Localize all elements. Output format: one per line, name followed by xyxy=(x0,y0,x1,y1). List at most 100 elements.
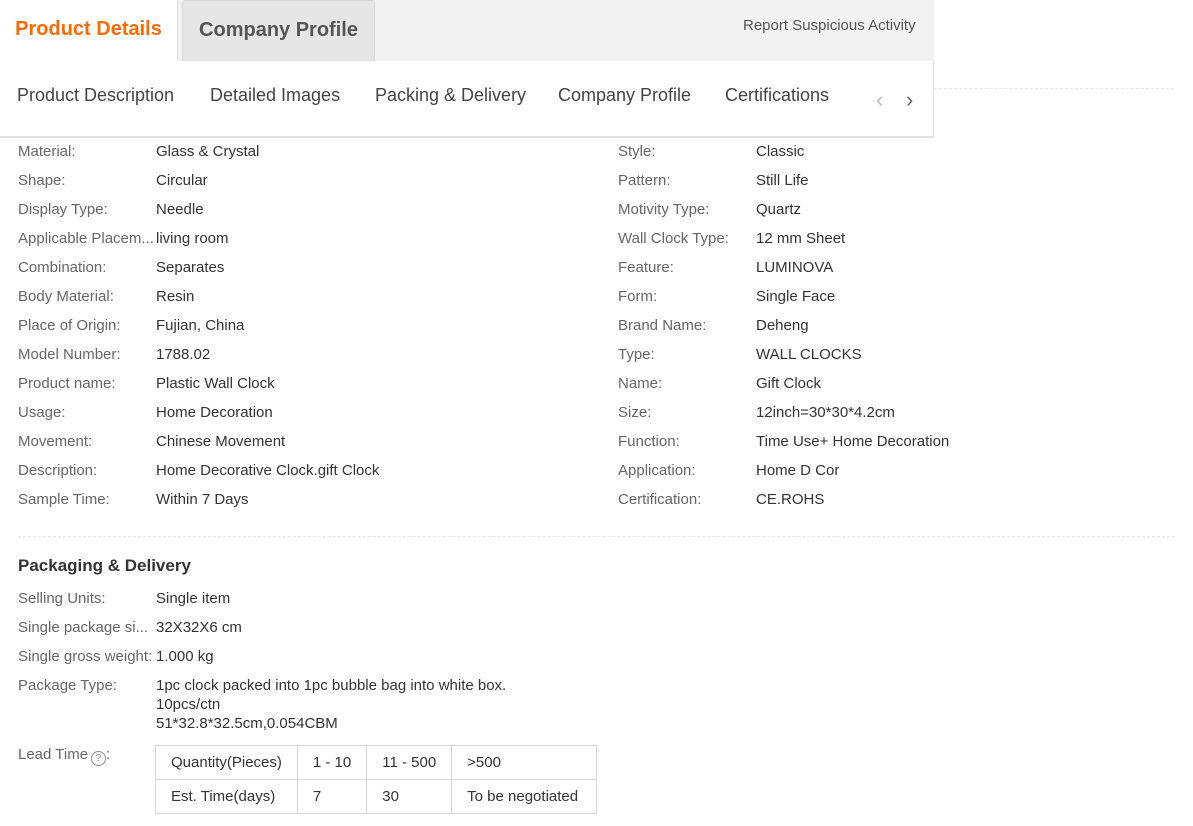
lead-time-colon: : xyxy=(106,746,111,763)
attr-label: Lead Time?: xyxy=(18,745,156,766)
attr-value: Circular xyxy=(156,172,208,189)
table-row: Quantity(Pieces) 1 - 10 11 - 500 >500 xyxy=(155,745,598,780)
attribute-row: Size: 12inch=30*30*4.2cm xyxy=(618,403,1068,423)
attribute-row: Function: Time Use+ Home Decoration xyxy=(618,432,1068,452)
attr-label: Form: xyxy=(618,288,658,305)
attr-value: Deheng xyxy=(756,317,809,334)
attribute-row: Single package si... 32X32X6 cm xyxy=(18,618,468,638)
attribute-row: Product name: Plastic Wall Clock xyxy=(18,374,468,394)
attr-value: Single item xyxy=(156,590,231,607)
attr-label: Brand Name: xyxy=(618,317,707,334)
subnav-product-description[interactable]: Product Description xyxy=(17,85,174,106)
attr-label: Certification: xyxy=(618,491,702,508)
top-tab-bar: Product Details Company Profile Report S… xyxy=(0,0,934,61)
attr-label: Function: xyxy=(618,433,680,450)
attribute-row: Movement: Chinese Movement xyxy=(18,432,468,452)
table-cell: 7 xyxy=(296,779,368,814)
attr-value: Glass & Crystal xyxy=(156,143,260,160)
attribute-row: Place of Origin: Fujian, China xyxy=(18,316,468,336)
packaging-title: Packaging & Delivery xyxy=(18,556,191,575)
attr-value: Chinese Movement xyxy=(156,433,286,450)
attr-value: living room xyxy=(156,230,229,247)
attr-label: Name: xyxy=(618,375,663,392)
attr-label: Type: xyxy=(618,346,655,363)
attr-value: Gift Clock xyxy=(756,375,822,392)
question-circle-icon[interactable]: ? xyxy=(91,751,107,766)
attribute-row: Form: Single Face xyxy=(618,287,1068,307)
attribute-row: Style: Classic xyxy=(618,142,1068,162)
attr-label: Pattern: xyxy=(618,172,671,189)
attribute-row: Motivity Type: Quartz xyxy=(618,200,1068,220)
table-cell: To be negotiated xyxy=(451,779,598,814)
lead-time-table: Quantity(Pieces) 1 - 10 11 - 500 >500 Es… xyxy=(155,745,598,814)
lead-time-label: Lead Time xyxy=(18,746,89,763)
attr-value: Classic xyxy=(756,143,805,160)
attr-value: Home D Cor xyxy=(756,462,840,479)
chevron-left-icon[interactable]: ‹ xyxy=(876,87,883,113)
attribute-row: Feature: LUMINOVA xyxy=(618,258,1068,278)
attr-label: Shape: xyxy=(18,172,66,189)
report-suspicious-activity-link[interactable]: Report Suspicious Activity xyxy=(743,17,916,34)
table-cell: Quantity(Pieces) xyxy=(155,745,298,780)
attr-value: Needle xyxy=(156,201,204,218)
attribute-row: Description: Home Decorative Clock.gift C… xyxy=(18,461,468,481)
attr-value: Resin xyxy=(156,288,195,305)
attr-label: Style: xyxy=(618,143,656,160)
attr-value: Time Use+ Home Decoration xyxy=(756,433,950,450)
attr-value: Separates xyxy=(156,259,225,276)
attr-label: Single gross weight: xyxy=(18,648,153,665)
attr-label: Movement: xyxy=(18,433,93,450)
section-nav: Product Description Detailed Images Pack… xyxy=(0,61,934,138)
package-type-line: 51*32.8*32.5cm,0.054CBM xyxy=(156,715,338,732)
attr-label: Motivity Type: xyxy=(618,201,710,218)
attr-value: Home Decoration xyxy=(156,404,273,421)
attr-label: Wall Clock Type: xyxy=(618,230,729,247)
attribute-row: Application: Home D Cor xyxy=(618,461,1068,481)
tab-product-details[interactable]: Product Details xyxy=(0,0,178,61)
attr-value: Plastic Wall Clock xyxy=(156,375,275,392)
subnav-packing-delivery[interactable]: Packing & Delivery xyxy=(375,85,526,106)
attr-value: 32X32X6 cm xyxy=(156,619,242,636)
attribute-row: Material: Glass & Crystal xyxy=(18,142,468,162)
table-cell: 1 - 10 xyxy=(296,745,368,780)
attribute-row: Usage: Home Decoration xyxy=(18,403,468,423)
attr-value: Fujian, China xyxy=(156,317,245,334)
divider xyxy=(934,88,1174,89)
attr-label: Product name: xyxy=(18,375,116,392)
attr-value: CE.ROHS xyxy=(756,491,825,508)
attr-label: Usage: xyxy=(18,404,66,421)
attr-label: Selling Units: xyxy=(18,590,106,607)
package-type-line: 10pcs/ctn xyxy=(156,696,221,713)
subnav-detailed-images[interactable]: Detailed Images xyxy=(210,85,340,106)
attr-value: 12 mm Sheet xyxy=(756,230,846,247)
attr-value: 1788.02 xyxy=(156,346,211,363)
attr-label: Combination: xyxy=(18,259,107,276)
attr-value: 12inch=30*30*4.2cm xyxy=(756,404,895,421)
package-type-line: 1pc clock packed into 1pc bubble bag int… xyxy=(156,677,507,694)
section-divider xyxy=(18,536,1175,537)
attribute-row: Display Type: Needle xyxy=(18,200,468,220)
attribute-row: Applicable Placem... living room xyxy=(18,229,468,249)
attr-label: Material: xyxy=(18,143,76,160)
attr-label: Place of Origin: xyxy=(18,317,121,334)
subnav-certifications[interactable]: Certifications xyxy=(725,85,829,106)
chevron-right-icon[interactable]: › xyxy=(906,87,913,113)
attr-value: Still Life xyxy=(756,172,809,189)
attribute-row: Body Material: Resin xyxy=(18,287,468,307)
tab-company-profile[interactable]: Company Profile xyxy=(182,0,375,61)
attr-label: Package Type: xyxy=(18,677,117,694)
attr-label: Application: xyxy=(618,462,696,479)
attribute-row: Selling Units: Single item xyxy=(18,589,468,609)
attr-value: Home Decorative Clock.gift Clock xyxy=(156,462,380,479)
attr-value: 1.000 kg xyxy=(156,648,214,665)
attribute-row: Sample Time: Within 7 Days xyxy=(18,490,468,510)
table-cell: Est. Time(days) xyxy=(155,779,298,814)
table-cell: 11 - 500 xyxy=(366,745,453,780)
attr-label: Feature: xyxy=(618,259,674,276)
attribute-row: Shape: Circular xyxy=(18,171,468,191)
attr-label: Sample Time: xyxy=(18,491,110,508)
subnav-company-profile[interactable]: Company Profile xyxy=(558,85,691,106)
attr-label: Size: xyxy=(618,404,652,421)
attr-label: Applicable Placem... xyxy=(18,230,154,247)
package-type-value: 1pc clock packed into 1pc bubble bag int… xyxy=(156,676,506,733)
